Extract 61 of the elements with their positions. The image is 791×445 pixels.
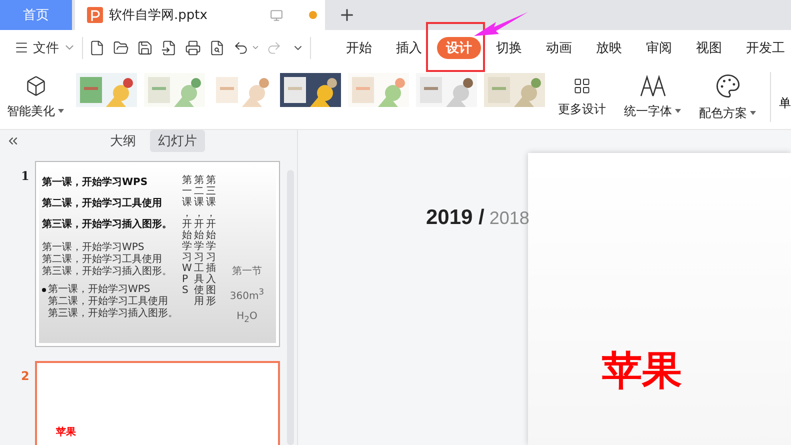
document-tab-title: 软件自学网.pptx xyxy=(109,7,208,24)
ribbon-tab[interactable]: 放映 xyxy=(596,38,622,56)
highlight-frame xyxy=(426,22,485,72)
bullet-icon xyxy=(42,288,46,292)
print-preview-icon[interactable] xyxy=(209,40,225,56)
undo-icon[interactable] xyxy=(233,40,249,56)
document-tab[interactable]: 软件自学网.pptx xyxy=(75,0,325,30)
ribbon-tab[interactable]: 插入 xyxy=(396,38,422,56)
more-designs-button[interactable]: 更多设计 xyxy=(558,76,606,118)
vertical-text: 第一课，开始学习WPS xyxy=(182,175,192,296)
open-folder-icon[interactable] xyxy=(113,40,129,56)
new-tab-icon[interactable] xyxy=(338,6,356,24)
slide-text: 360m$^{3}$ xyxy=(228,286,266,304)
slide-text: 第三课，开始学习插入图形。 xyxy=(48,308,178,320)
slide-text: 第一节 xyxy=(231,264,263,279)
slide-text: 第二课，开始学习工具使用 xyxy=(42,254,163,266)
panel-tab[interactable]: 幻灯片 xyxy=(150,130,205,152)
slide-text: H$_{2}$O xyxy=(236,310,258,326)
slide-title: 苹果 xyxy=(602,347,682,396)
year-text: 2018 xyxy=(489,208,530,229)
ribbon-tab[interactable]: 切换 xyxy=(496,38,522,56)
year-text: 2019 / xyxy=(426,206,484,230)
caret-icon[interactable] xyxy=(58,109,64,113)
ribbon-tab[interactable]: 视图 xyxy=(696,38,722,56)
cube-icon xyxy=(24,74,47,96)
file-menu-button[interactable]: 文件 xyxy=(14,38,76,56)
slide-text: 第二课，开始学习工具使用 xyxy=(48,296,168,308)
font-size-icon xyxy=(640,74,666,96)
ribbon-tab[interactable]: 开始 xyxy=(346,38,372,56)
presentation-file-icon xyxy=(87,7,103,23)
ribbon-label[interactable]: 单 xyxy=(779,94,791,112)
panel-tab[interactable]: 大纲 xyxy=(102,130,144,152)
unsaved-dot-icon xyxy=(309,11,317,19)
caret-icon[interactable] xyxy=(675,109,682,113)
slide-heading: 第三课，开始学习插入图形。 xyxy=(42,218,173,231)
print-icon[interactable] xyxy=(185,40,201,56)
slide-thumbnail[interactable]: 苹果 xyxy=(35,361,280,445)
slide-number: 2 xyxy=(20,368,30,385)
save-icon[interactable] xyxy=(137,40,153,56)
vertical-text: 第二课，开始学习工具使用 xyxy=(194,175,204,307)
color-scheme-button[interactable]: 配色方案 xyxy=(699,72,756,122)
slide-heading: 第二课，开始学习工具使用 xyxy=(42,196,163,210)
slide-number: 1 xyxy=(20,168,30,185)
new-file-icon[interactable] xyxy=(89,40,105,56)
caret-icon[interactable] xyxy=(750,111,756,115)
ribbon-tab[interactable]: 动画 xyxy=(546,38,572,56)
menu-icon xyxy=(14,40,29,55)
export-icon[interactable] xyxy=(161,40,177,56)
ribbon-tab[interactable]: 审阅 xyxy=(646,38,672,56)
caret-icon[interactable] xyxy=(251,43,260,52)
slide-heading: 第一课，开始学习WPS xyxy=(42,176,149,189)
slide-text: 第一课，开始学习WPS xyxy=(42,242,146,254)
vertical-text: 第三课，开始学习插入图形 xyxy=(206,175,216,307)
smart-beautify-button[interactable]: 智能美化 xyxy=(4,74,68,120)
palette-icon xyxy=(714,72,741,98)
ribbon-tab[interactable]: 开发工 xyxy=(746,38,785,56)
slide-title: 苹果 xyxy=(56,426,76,439)
slide-text: 第三课，开始学习插入图形。 xyxy=(42,266,173,278)
slide-text: 第一课，开始学习WPS xyxy=(48,284,150,296)
unify-font-button[interactable]: 统一字体 xyxy=(624,74,682,120)
grid-icon xyxy=(573,76,592,94)
